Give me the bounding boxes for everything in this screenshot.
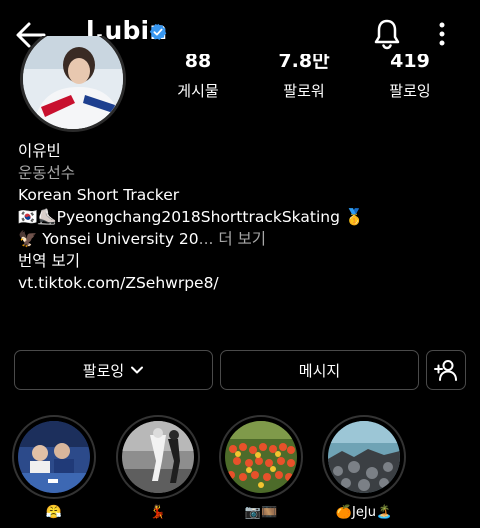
stat-posts-label: 게시물 — [177, 82, 219, 100]
skate-emoji: ⛸️ — [37, 208, 57, 226]
medal-emoji: 🥇 — [344, 208, 365, 226]
highlight-ring — [219, 415, 303, 499]
highlight-thumbnail — [18, 421, 90, 493]
bell-icon[interactable] — [372, 18, 402, 50]
highlight-photo — [328, 421, 400, 493]
highlight-ring — [322, 415, 406, 499]
verified-badge-icon — [149, 23, 167, 40]
highlight-3-caption: 📷🎞️ — [244, 505, 278, 520]
highlight-photo — [122, 421, 194, 493]
highlight-thumbnail — [328, 421, 400, 493]
bio-website-link[interactable]: vt.tiktok.com/ZSehwrpe8/ — [18, 272, 364, 294]
highlight-photo — [225, 421, 297, 493]
highlight-thumbnail — [122, 421, 194, 493]
bio-more-link[interactable]: ... 더 보기 — [199, 230, 266, 248]
message-button-label: 메시지 — [298, 361, 341, 380]
highlight-4[interactable]: 🍊JeJu🏝️ — [322, 415, 406, 520]
stat-followers-value: 7.8만 — [278, 54, 330, 72]
highlight-3[interactable]: 📷🎞️ — [219, 415, 303, 520]
avatar[interactable] — [20, 36, 126, 132]
add-user-button[interactable] — [426, 350, 466, 390]
korea-flag-emoji: 🇰🇷 — [18, 208, 38, 226]
profile-bio: 이유빈 운동선수 Korean Short Tracker 🇰🇷⛸️Pyeong… — [18, 140, 364, 294]
add-user-icon — [434, 360, 457, 381]
profile-category: 운동선수 — [18, 164, 76, 182]
bio-line-2: 🇰🇷⛸️Pyeongchang2018ShorttrackSkating 🥇 — [18, 206, 364, 228]
eagle-emoji: 🦅 — [18, 230, 38, 248]
message-button[interactable]: 메시지 — [220, 350, 419, 390]
highlight-thumbnail — [225, 421, 297, 493]
stat-following[interactable]: 419 팔로잉 — [365, 54, 455, 101]
following-button-label: 팔로잉 — [82, 361, 125, 380]
stat-followers-label: 팔로워 — [283, 82, 325, 100]
stat-following-label: 팔로잉 — [389, 82, 431, 100]
stat-following-value: 419 — [390, 54, 430, 72]
highlight-2-caption: 💃 — [149, 505, 167, 520]
bio-line-1: Korean Short Tracker — [18, 186, 180, 204]
highlight-4-caption: 🍊JeJu🏝️ — [335, 505, 393, 520]
highlight-1[interactable]: 😤 — [12, 415, 96, 520]
highlight-2[interactable]: 💃 — [116, 415, 200, 520]
chevron-down-icon — [131, 366, 144, 374]
profile-avatar-area — [18, 36, 128, 132]
stat-followers[interactable]: 7.8만 팔로워 — [259, 54, 349, 101]
highlight-1-caption: 😤 — [45, 505, 63, 520]
highlight-ring — [116, 415, 200, 499]
following-button[interactable]: 팔로잉 — [14, 350, 213, 390]
highlight-ring — [12, 415, 96, 499]
bio-line-3: 🦅 Yonsei University 20... 더 보기 — [18, 228, 364, 250]
bio-line-3-text: Yonsei University 20 — [37, 230, 199, 248]
translate-link[interactable]: 번역 보기 — [18, 250, 364, 272]
highlight-photo — [18, 421, 90, 493]
vertical-ellipsis-icon[interactable] — [430, 20, 454, 48]
stat-posts-value: 88 — [184, 54, 212, 72]
bio-line-2-text: Pyeongchang2018ShorttrackSkating — [56, 208, 340, 226]
profile-name: 이유빈 — [18, 142, 61, 160]
avatar-photo — [23, 36, 123, 129]
stat-posts[interactable]: 88 게시물 — [153, 54, 243, 101]
